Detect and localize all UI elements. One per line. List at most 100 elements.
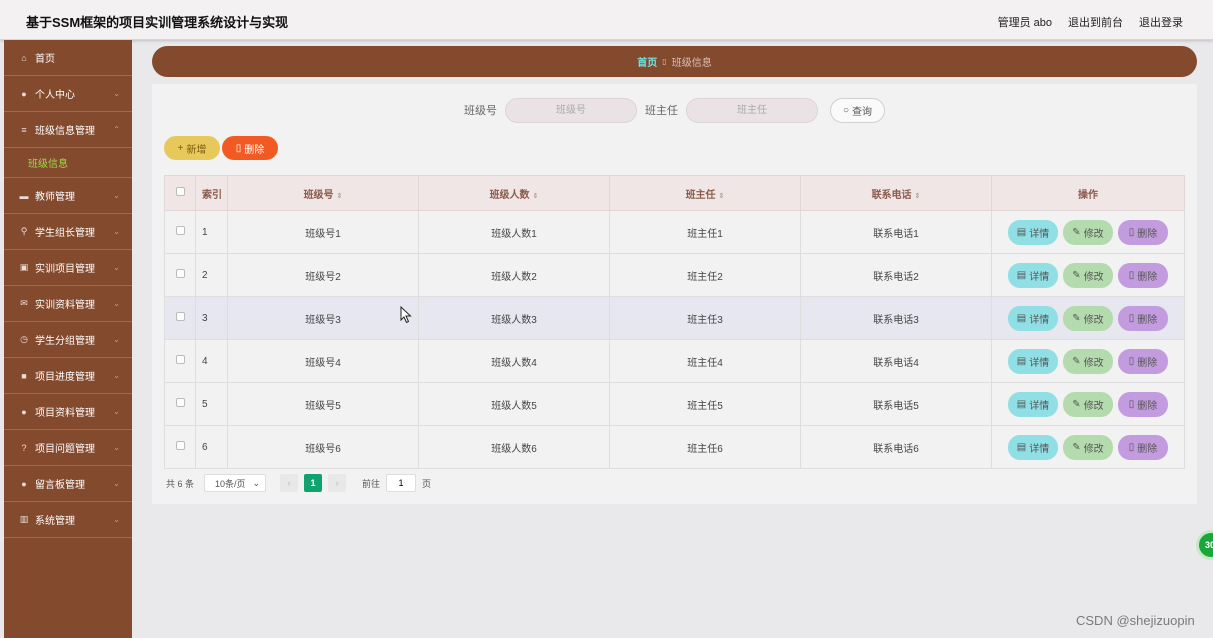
table-row[interactable]: 5 班级号5 班级人数5 班主任5 联系电话5 ▤ 详情 ✎ 修改 ▯ 删除 [164, 382, 1185, 426]
row-checkbox[interactable] [175, 269, 185, 278]
edit-button[interactable]: ✎ 修改 [1063, 262, 1113, 288]
delete-label: 删除 [1137, 400, 1158, 412]
sidebar-item-materials[interactable]: ✉ 实训资料管理 ⌄ [4, 286, 132, 322]
cell-phone: 联系电话1 [800, 210, 992, 254]
document-icon: ▤ [1016, 312, 1027, 324]
logout-link[interactable]: 退出登录 [1139, 14, 1183, 30]
trash-icon: ▯ [235, 142, 242, 154]
cell-index: 3 [195, 296, 228, 340]
table-row[interactable]: 4 班级号4 班级人数4 班主任4 联系电话4 ▤ 详情 ✎ 修改 ▯ 删除 [164, 339, 1185, 383]
back-to-front-link[interactable]: 退出到前台 [1068, 14, 1123, 30]
row-checkbox[interactable] [175, 398, 185, 407]
select-all-cell [164, 175, 196, 211]
sidebar-item-system[interactable]: ▥ 系统管理 ⌄ [4, 502, 132, 538]
row-checkbox[interactable] [175, 312, 185, 321]
page-size-select[interactable]: 10条/页 ⌄ [204, 474, 267, 492]
prev-page-button[interactable]: ‹ [280, 474, 299, 492]
pencil-icon: ✎ [1072, 441, 1081, 453]
batch-delete-button[interactable]: ▯ 删除 [222, 136, 278, 160]
edit-button[interactable]: ✎ 修改 [1063, 305, 1113, 331]
delete-button[interactable]: ▯ 删除 [1118, 219, 1168, 245]
sidebar-item-issues[interactable]: ? 项目问题管理 ⌄ [4, 430, 132, 466]
chevron-down-icon: ⌄ [113, 263, 120, 272]
delete-button[interactable]: ▯ 删除 [1118, 348, 1168, 374]
cell-student-count: 班级人数3 [418, 296, 610, 340]
sidebar-item-teachers[interactable]: ▬ 教师管理 ⌄ [4, 178, 132, 214]
document-icon: ▤ [1016, 398, 1027, 410]
document-icon: ▤ [1016, 441, 1027, 453]
main-panel: 班级号 班主任 ○ 查询 + 新增 ▯ 删除 索引 班级号⇕ 班级人数⇕ [152, 84, 1197, 504]
delete-button[interactable]: ▯ 删除 [1118, 434, 1168, 460]
sidebar-item-projects[interactable]: ▣ 实训项目管理 ⌄ [4, 250, 132, 286]
header-head-teacher[interactable]: 班主任 ⇕ [609, 175, 801, 211]
add-button[interactable]: + 新增 [164, 136, 220, 160]
header-student-count[interactable]: 班级人数 ⇕ [418, 175, 610, 211]
detail-button[interactable]: ▤ 详情 [1008, 391, 1058, 417]
chevron-down-icon: ⌄ [113, 299, 120, 308]
edit-label: 修改 [1083, 314, 1104, 326]
sidebar-item-label: 班级信息管理 [35, 126, 95, 137]
document-icon: ▤ [1016, 355, 1027, 367]
pencil-icon: ✎ [1072, 269, 1081, 281]
floating-badge[interactable]: 30 [1196, 530, 1213, 560]
search-button[interactable]: ○ 查询 [829, 97, 886, 123]
row-select-cell [164, 339, 196, 383]
delete-label: 删除 [1137, 228, 1158, 240]
header-class-no[interactable]: 班级号 ⇕ [227, 175, 419, 211]
edit-button[interactable]: ✎ 修改 [1063, 434, 1113, 460]
row-checkbox[interactable] [175, 355, 185, 364]
detail-button[interactable]: ▤ 详情 [1008, 305, 1058, 331]
table-row[interactable]: 1 班级号1 班级人数1 班主任1 联系电话1 ▤ 详情 ✎ 修改 ▯ 删除 [164, 210, 1185, 254]
cell-index: 2 [195, 253, 228, 297]
sidebar-item-profile[interactable]: ● 个人中心 ⌄ [4, 76, 132, 112]
class-no-input[interactable] [504, 97, 637, 123]
table-row[interactable]: 6 班级号6 班级人数6 班主任6 联系电话6 ▤ 详情 ✎ 修改 ▯ 删除 [164, 425, 1185, 469]
table-row[interactable]: 2 班级号2 班级人数2 班主任2 联系电话2 ▤ 详情 ✎ 修改 ▯ 删除 [164, 253, 1185, 297]
row-checkbox[interactable] [175, 226, 185, 235]
cell-class-no: 班级号6 [227, 425, 419, 469]
delete-button[interactable]: ▯ 删除 [1118, 391, 1168, 417]
detail-label: 详情 [1029, 271, 1050, 283]
row-checkbox[interactable] [175, 441, 185, 450]
header-phone[interactable]: 联系电话 ⇕ [800, 175, 992, 211]
delete-label: 删除 [1137, 314, 1158, 326]
cell-class-no: 班级号4 [227, 339, 419, 383]
cell-index: 5 [195, 382, 228, 426]
edit-button[interactable]: ✎ 修改 [1063, 348, 1113, 374]
goto-page-input[interactable] [386, 474, 417, 492]
cell-student-count: 班级人数5 [418, 382, 610, 426]
chevron-down-icon: ⌄ [113, 335, 120, 344]
breadcrumb-home[interactable]: 首页 [637, 54, 657, 69]
sidebar-item-student-groups[interactable]: ◷ 学生分组管理 ⌄ [4, 322, 132, 358]
cell-phone: 联系电话6 [800, 425, 992, 469]
select-all-checkbox[interactable] [175, 187, 185, 196]
pencil-icon: ✎ [1072, 226, 1081, 238]
sidebar-item-project-materials[interactable]: ● 项目资料管理 ⌄ [4, 394, 132, 430]
edit-button[interactable]: ✎ 修改 [1063, 391, 1113, 417]
detail-button[interactable]: ▤ 详情 [1008, 262, 1058, 288]
chevron-down-icon: ⌄ [113, 89, 120, 98]
head-teacher-input[interactable] [685, 97, 818, 123]
delete-button[interactable]: ▯ 删除 [1118, 305, 1168, 331]
mouse-cursor-icon [400, 306, 412, 324]
next-page-button[interactable]: › [328, 474, 347, 492]
page-1-button[interactable]: 1 [304, 474, 323, 492]
sidebar-item-progress[interactable]: ■ 项目进度管理 ⌄ [4, 358, 132, 394]
delete-button[interactable]: ▯ 删除 [1118, 262, 1168, 288]
search-bar: 班级号 班主任 ○ 查询 [152, 97, 1197, 123]
cell-head-teacher: 班主任1 [609, 210, 801, 254]
detail-button[interactable]: ▤ 详情 [1008, 348, 1058, 374]
sidebar-item-home[interactable]: ⌂ 首页 [4, 40, 132, 76]
table-row[interactable]: 3 班级号3 班级人数3 班主任3 联系电话3 ▤ 详情 ✎ 修改 ▯ 删除 [164, 296, 1185, 340]
sidebar-item-class-info[interactable]: ≡ 班级信息管理 ⌃ [4, 112, 132, 148]
detail-button[interactable]: ▤ 详情 [1008, 434, 1058, 460]
cell-head-teacher: 班主任6 [609, 425, 801, 469]
detail-button[interactable]: ▤ 详情 [1008, 219, 1058, 245]
cell-student-count: 班级人数4 [418, 339, 610, 383]
sidebar-item-group-leaders[interactable]: ⚲ 学生组长管理 ⌄ [4, 214, 132, 250]
sidebar-subitem-class-info[interactable]: 班级信息 [4, 148, 132, 178]
header-links: 管理员 abo 退出到前台 退出登录 [998, 14, 1183, 30]
class-no-label: 班级号 [463, 105, 497, 117]
sidebar-item-messages[interactable]: ● 留言板管理 ⌄ [4, 466, 132, 502]
edit-button[interactable]: ✎ 修改 [1063, 219, 1113, 245]
